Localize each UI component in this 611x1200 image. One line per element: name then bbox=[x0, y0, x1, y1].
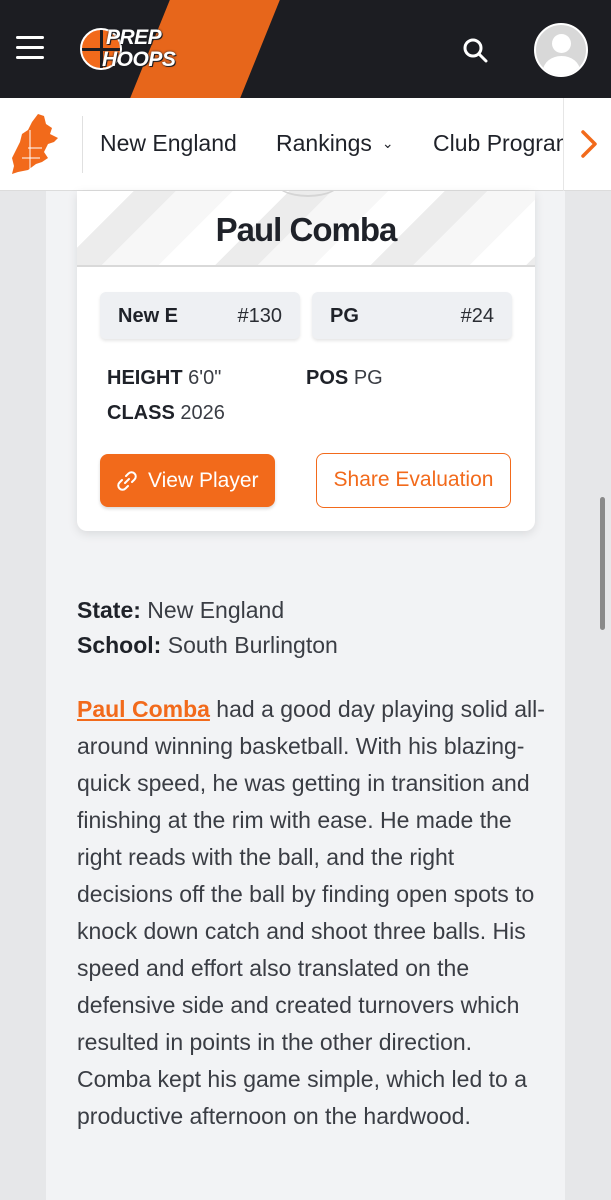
evaluation-text: Paul Comba had a good day playing solid … bbox=[77, 691, 547, 1135]
hamburger-menu-icon[interactable] bbox=[16, 36, 44, 62]
chevron-right-icon[interactable] bbox=[575, 128, 603, 160]
top-bar: PREP HOOPS bbox=[0, 0, 611, 98]
class-value: 2026 bbox=[180, 402, 225, 424]
state-info: State: New England bbox=[77, 597, 284, 624]
school-value: South Burlington bbox=[167, 632, 338, 658]
nav-divider bbox=[82, 116, 83, 173]
state-rank-pill: New E #130 bbox=[100, 292, 300, 339]
user-avatar-icon[interactable] bbox=[534, 23, 588, 77]
evaluation-body: had a good day playing solid all-around … bbox=[77, 696, 545, 1129]
state-rank-value: #130 bbox=[237, 305, 283, 327]
height-value: 6'0" bbox=[188, 367, 222, 389]
player-profile-link[interactable]: Paul Comba bbox=[77, 696, 210, 722]
state-value: New England bbox=[147, 597, 285, 623]
link-icon bbox=[117, 471, 137, 491]
nav-rankings[interactable]: Rankings ⌄ bbox=[276, 130, 394, 157]
school-info: School: South Burlington bbox=[77, 632, 338, 659]
logo-text-line1: PREP bbox=[106, 26, 162, 49]
height-attribute: HEIGHT 6'0" bbox=[107, 367, 221, 390]
nav-rankings-label: Rankings bbox=[276, 130, 372, 156]
height-label: HEIGHT bbox=[107, 367, 183, 389]
view-player-label: View Player bbox=[148, 469, 259, 492]
chevron-down-icon: ⌄ bbox=[381, 135, 394, 151]
search-icon[interactable] bbox=[462, 37, 488, 63]
player-name: Paul Comba bbox=[215, 211, 398, 248]
nav-divider-right bbox=[563, 98, 564, 191]
class-label: CLASS bbox=[107, 402, 175, 424]
share-evaluation-button[interactable]: Share Evaluation bbox=[316, 453, 511, 508]
state-rank-label: New E bbox=[118, 305, 179, 327]
state-label: State: bbox=[77, 597, 141, 623]
new-england-map-icon[interactable] bbox=[8, 112, 64, 176]
position-rank-label: PG bbox=[330, 305, 359, 327]
school-label: School: bbox=[77, 632, 162, 658]
pos-label: POS bbox=[306, 367, 349, 389]
region-nav: New England Rankings ⌄ Club Programs bbox=[0, 98, 611, 191]
player-photo-edge bbox=[273, 191, 343, 197]
position-rank-value: #24 bbox=[460, 305, 494, 327]
nav-club-programs[interactable]: Club Programs bbox=[433, 130, 564, 157]
pos-value: PG bbox=[353, 367, 383, 389]
player-card-header: Paul Comba bbox=[77, 191, 535, 267]
nav-overflow-clip: Club Programs bbox=[430, 98, 564, 191]
page-scrollbar[interactable] bbox=[600, 497, 605, 630]
class-attribute: CLASS 2026 bbox=[107, 402, 225, 425]
nav-new-england[interactable]: New England bbox=[100, 130, 237, 157]
prep-hoops-logo[interactable]: PREP HOOPS bbox=[80, 26, 195, 76]
player-card: Paul Comba New E #130 PG #24 HEIGHT 6'0"… bbox=[77, 191, 535, 531]
pos-attribute: POS PG bbox=[306, 367, 383, 390]
view-player-button[interactable]: View Player bbox=[100, 454, 275, 507]
logo-text-line2: HOOPS bbox=[102, 48, 176, 71]
position-rank-pill: PG #24 bbox=[312, 292, 512, 339]
